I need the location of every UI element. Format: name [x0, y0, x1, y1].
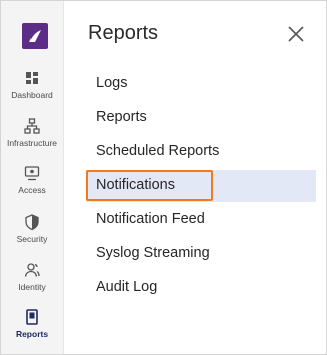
rail-item-label: Security — [16, 234, 48, 244]
access-icon — [24, 166, 40, 181]
identity-icon — [24, 263, 40, 277]
rail-item-security[interactable]: Security — [1, 213, 63, 257]
menu-item-audit-log[interactable]: Audit Log — [86, 272, 316, 304]
rail-item-label: Infrastructure — [6, 138, 58, 148]
close-icon[interactable] — [287, 25, 305, 43]
security-icon — [25, 214, 39, 231]
menu-item-label: Scheduled Reports — [96, 143, 220, 159]
logo-icon — [29, 30, 41, 42]
menu-item-notifications[interactable]: Notifications — [86, 170, 316, 202]
rail-item-reports[interactable]: Reports — [1, 308, 63, 352]
rail-item-identity[interactable]: Identity — [1, 261, 63, 305]
menu-item-syslog-streaming[interactable]: Syslog Streaming — [86, 238, 316, 270]
reports-flyout: Dashboard Infrastructure Access Security… — [0, 0, 327, 355]
rail-item-label: Identity — [18, 282, 46, 292]
menu-item-logs[interactable]: Logs — [86, 68, 316, 100]
rail-item-access[interactable]: Access — [1, 164, 63, 208]
rail-item-dashboard[interactable]: Dashboard — [1, 69, 63, 113]
menu-item-scheduled-reports[interactable]: Scheduled Reports — [86, 136, 316, 168]
menu-item-label: Audit Log — [96, 279, 158, 295]
panel-title: Reports — [88, 22, 159, 44]
nav-rail: Dashboard Infrastructure Access Security… — [1, 1, 64, 354]
rail-item-label: Access — [18, 185, 46, 195]
brand-logo[interactable] — [22, 23, 48, 49]
infrastructure-icon — [24, 118, 40, 134]
reports-icon — [26, 309, 38, 325]
dashboard-icon — [26, 72, 38, 84]
menu-item-label: Reports — [96, 109, 147, 125]
menu-item-label: Syslog Streaming — [96, 245, 210, 261]
rail-item-label: Reports — [15, 329, 49, 339]
rail-item-label: Dashboard — [11, 90, 53, 100]
menu-item-label: Logs — [96, 75, 128, 91]
menu-item-reports[interactable]: Reports — [86, 102, 316, 134]
menu-item-label: Notifications — [96, 177, 175, 193]
rail-item-infrastructure[interactable]: Infrastructure — [1, 117, 63, 161]
menu-item-notification-feed[interactable]: Notification Feed — [86, 204, 316, 236]
menu-item-label: Notification Feed — [96, 211, 205, 227]
